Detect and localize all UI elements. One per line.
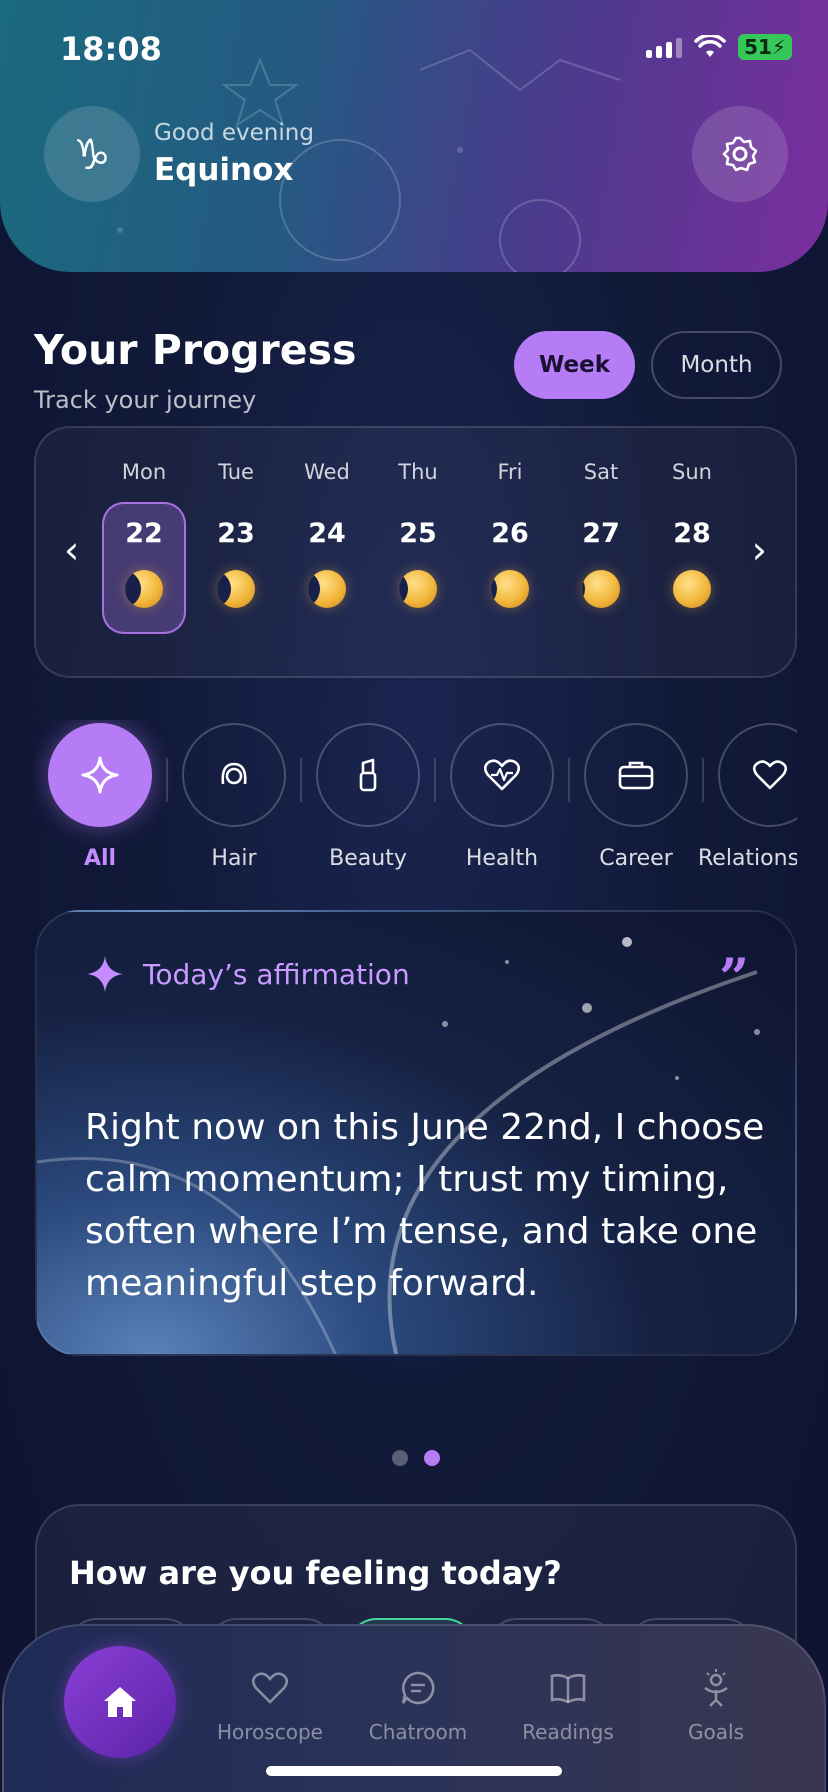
progress-title: Your Progress xyxy=(34,326,357,374)
category-beauty[interactable]: Beauty xyxy=(316,720,420,870)
battery-icon: 51⚡ xyxy=(738,34,792,60)
nav-goals[interactable]: Goals xyxy=(646,1668,786,1744)
calendar-day[interactable]: Sun 28 xyxy=(650,428,734,680)
moon-phase-icon xyxy=(308,570,346,608)
day-number: 27 xyxy=(582,518,620,549)
calendar-day[interactable]: Mon 22 xyxy=(102,428,186,680)
day-number: 28 xyxy=(673,518,711,549)
moon-phase-icon xyxy=(582,570,620,608)
day-name: Fri xyxy=(497,460,523,484)
status-bar: 18:08 51⚡ xyxy=(0,0,828,100)
affirmation-title: Today’s affirmation xyxy=(143,958,410,991)
category-label: Beauty xyxy=(329,846,407,870)
nav-label: Readings xyxy=(522,1720,614,1744)
nav-label: Goals xyxy=(688,1720,744,1744)
category-label: Hair xyxy=(211,846,257,870)
nav-chatroom[interactable]: Chatroom xyxy=(348,1668,488,1744)
home-indicator[interactable] xyxy=(266,1766,562,1776)
page-dot[interactable] xyxy=(392,1450,408,1466)
affirmation-card[interactable]: Today’s affirmation ” Right now on this … xyxy=(35,910,797,1356)
day-number: 22 xyxy=(125,518,163,549)
category-hair[interactable]: Hair xyxy=(182,720,286,870)
day-name: Wed xyxy=(304,460,350,484)
sparkle-icon xyxy=(81,756,119,794)
calendar-day[interactable]: Tue 23 xyxy=(194,428,278,680)
week-calendar: ‹ › Mon 22 Tue 23 Wed 24 Thu 25 Fri 26 S… xyxy=(34,426,797,678)
category-label: Career xyxy=(599,846,673,870)
battery-level: 51 xyxy=(744,35,772,59)
nav-readings[interactable]: Readings xyxy=(498,1668,638,1744)
previous-week-arrow[interactable]: ‹ xyxy=(64,528,79,572)
nav-home-button[interactable] xyxy=(64,1646,176,1758)
wifi-icon xyxy=(694,35,726,57)
day-number: 23 xyxy=(217,518,255,549)
calendar-day[interactable]: Sat 27 xyxy=(559,428,643,680)
heart-crescent-icon xyxy=(251,1672,289,1704)
affirmation-text: Right now on this June 22nd, I choose ca… xyxy=(85,1107,765,1304)
progress-subtitle: Track your journey xyxy=(34,386,257,414)
category-career[interactable]: Career xyxy=(584,720,688,870)
day-name: Tue xyxy=(218,460,254,484)
gear-icon xyxy=(722,136,758,172)
home-icon xyxy=(104,1687,136,1717)
carousel-pagination xyxy=(392,1450,440,1466)
day-name: Sat xyxy=(583,460,619,484)
lipstick-icon xyxy=(359,758,377,792)
hair-icon xyxy=(221,762,247,785)
day-number: 24 xyxy=(308,518,346,549)
calendar-day[interactable]: Thu 25 xyxy=(376,428,460,680)
settings-button[interactable] xyxy=(692,106,788,202)
page-dot-active[interactable] xyxy=(424,1450,440,1466)
nav-label: Chatroom xyxy=(368,1720,468,1744)
category-label: Health xyxy=(465,846,539,870)
next-week-arrow[interactable]: › xyxy=(752,528,767,572)
moon-phase-icon xyxy=(673,570,711,608)
category-all[interactable]: All xyxy=(48,720,152,870)
quote-mark-icon: ” xyxy=(719,948,749,1009)
person-bulb-icon xyxy=(704,1669,728,1707)
day-name: Thu xyxy=(398,460,438,484)
category-label: Relationships xyxy=(698,846,797,870)
category-health[interactable]: Health xyxy=(450,720,554,870)
week-toggle-button[interactable]: Week xyxy=(514,331,635,399)
day-name: Sun xyxy=(672,460,712,484)
moon-phase-icon xyxy=(399,570,437,608)
open-book-icon xyxy=(550,1674,586,1704)
day-number: 25 xyxy=(399,518,437,549)
calendar-day[interactable]: Wed 24 xyxy=(285,428,369,680)
moon-phase-icon xyxy=(491,570,529,608)
nav-label: Horoscope xyxy=(217,1720,323,1744)
zodiac-avatar[interactable]: ♑ xyxy=(44,106,140,202)
sparkle-icon xyxy=(87,956,123,992)
day-number: 26 xyxy=(491,518,529,549)
heart-pulse-icon xyxy=(483,759,521,791)
greeting-text: Good evening xyxy=(154,120,314,146)
cellular-signal-icon xyxy=(646,36,683,58)
category-label: All xyxy=(83,846,117,870)
moon-phase-icon xyxy=(217,570,255,608)
user-name: Equinox xyxy=(154,152,294,188)
status-time: 18:08 xyxy=(60,30,162,68)
day-name: Mon xyxy=(121,460,167,484)
nav-horoscope[interactable]: Horoscope xyxy=(200,1668,340,1744)
category-filter-row: All Hair Beauty Health Career Relations xyxy=(34,720,797,870)
chat-bubble-icon xyxy=(401,1671,435,1705)
month-toggle-button[interactable]: Month xyxy=(651,331,782,399)
briefcase-icon xyxy=(618,761,654,790)
category-relationships[interactable]: Relationships xyxy=(698,720,797,870)
moon-phase-icon xyxy=(125,570,163,608)
capricorn-icon: ♑ xyxy=(73,129,111,179)
calendar-day[interactable]: Fri 26 xyxy=(468,428,552,680)
mood-question: How are you feeling today? xyxy=(69,1554,562,1592)
heart-icon xyxy=(752,760,788,790)
